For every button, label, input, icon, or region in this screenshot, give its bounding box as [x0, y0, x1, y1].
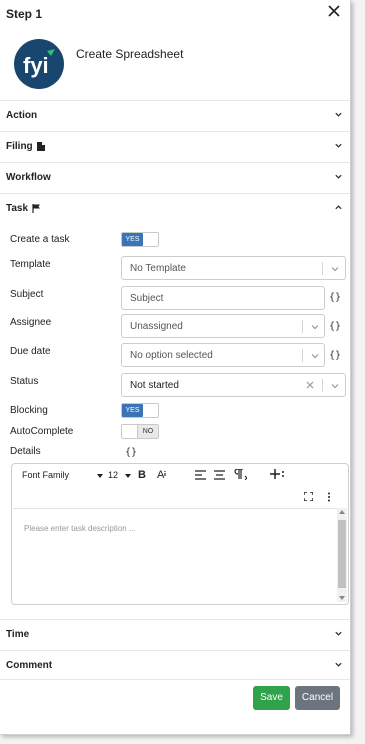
align-center-icon[interactable] — [214, 470, 225, 480]
chevron-down-icon — [335, 662, 342, 667]
section-action[interactable]: Action — [0, 100, 350, 130]
due-date-select[interactable]: No option selected — [121, 343, 325, 367]
step-panel: Step 1 fyi Create Spreadsheet Action Fil… — [0, 0, 351, 735]
font-size-select[interactable]: 12 — [108, 470, 118, 480]
status-select[interactable]: Not started — [121, 373, 346, 397]
blocking-toggle[interactable]: YES — [121, 403, 159, 418]
editor-scrollbar[interactable] — [337, 508, 347, 602]
bold-button[interactable]: B — [138, 469, 146, 481]
align-left-icon[interactable] — [195, 470, 206, 480]
app-name: Create Spreadsheet — [76, 47, 184, 61]
flag-icon — [32, 204, 41, 213]
insert-variable-icon[interactable]: {} — [329, 321, 341, 332]
caret-down-icon[interactable] — [97, 474, 103, 479]
section-filing-label: Filing — [6, 141, 33, 152]
scroll-up-icon[interactable] — [339, 510, 345, 514]
chevron-down-icon — [335, 631, 342, 636]
editor-content[interactable]: Please enter task description ... — [13, 508, 337, 602]
section-time[interactable]: Time — [0, 619, 350, 649]
section-filing[interactable]: Filing — [0, 131, 350, 161]
save-button[interactable]: Save — [253, 686, 290, 710]
caret-down-icon[interactable] — [125, 474, 131, 479]
panel-header: Step 1 — [0, 0, 350, 28]
paragraph-icon[interactable] — [234, 469, 247, 480]
section-task[interactable]: Task — [0, 193, 350, 223]
status-label: Status — [10, 376, 39, 387]
insert-variable-icon[interactable]: {} — [125, 447, 137, 458]
chevron-up-icon — [335, 205, 342, 210]
font-family-select[interactable]: Font Family — [22, 470, 69, 480]
template-value: No Template — [130, 263, 186, 274]
font-color-button[interactable]: A — [157, 469, 169, 481]
section-action-label: Action — [6, 110, 38, 121]
section-workflow[interactable]: Workflow — [0, 162, 350, 192]
chevron-down-icon — [335, 143, 342, 148]
insert-variable-icon[interactable]: {} — [329, 350, 341, 361]
insert-more-icon[interactable] — [270, 469, 284, 480]
assignee-select[interactable]: Unassigned — [121, 314, 325, 338]
status-value: Not started — [130, 380, 179, 391]
section-comment-label: Comment — [6, 660, 53, 671]
autocomplete-toggle[interactable]: NO — [121, 424, 159, 439]
clear-icon[interactable] — [305, 380, 315, 390]
assignee-label: Assignee — [10, 317, 52, 328]
footer-divider — [0, 679, 350, 680]
toggle-yes: YES — [122, 233, 143, 246]
section-workflow-label: Workflow — [6, 172, 51, 183]
font-color-letter: A — [157, 469, 165, 481]
section-time-label: Time — [6, 629, 30, 640]
editor-placeholder: Please enter task description ... — [24, 524, 136, 533]
fyi-logo: fyi — [14, 39, 64, 89]
chevron-down-icon — [335, 174, 342, 179]
assignee-value: Unassigned — [130, 321, 183, 332]
autocomplete-label: AutoComplete — [10, 426, 74, 437]
details-label: Details — [10, 446, 41, 457]
blocking-label: Blocking — [10, 405, 48, 416]
close-icon[interactable] — [327, 4, 341, 18]
file-icon — [36, 142, 45, 151]
fullscreen-icon[interactable] — [304, 492, 313, 501]
subject-input[interactable] — [122, 287, 324, 309]
create-task-label: Create a task — [10, 234, 70, 245]
section-task-label: Task — [6, 203, 29, 214]
subject-field[interactable] — [121, 286, 325, 310]
toggle-no: NO — [137, 425, 158, 438]
chevron-down-icon — [331, 384, 339, 389]
chevron-down-icon — [311, 325, 319, 330]
template-select[interactable]: No Template — [121, 256, 346, 280]
app-hero: fyi Create Spreadsheet — [0, 28, 350, 96]
scroll-down-icon[interactable] — [339, 596, 345, 600]
due-date-value: No option selected — [130, 350, 213, 361]
cancel-button[interactable]: Cancel — [295, 686, 340, 710]
scrollbar-thumb[interactable] — [338, 520, 346, 588]
chevron-down-icon — [331, 267, 339, 272]
chevron-down-icon — [311, 354, 319, 359]
panel-title: Step 1 — [6, 7, 43, 21]
text-color-icon — [164, 471, 166, 476]
subject-label: Subject — [10, 289, 44, 300]
due-date-label: Due date — [10, 346, 51, 357]
svg-text:fyi: fyi — [23, 53, 49, 78]
chevron-down-icon — [335, 112, 342, 117]
section-comment[interactable]: Comment — [0, 650, 350, 680]
more-options-icon[interactable] — [327, 492, 331, 502]
template-label: Template — [10, 259, 51, 270]
toggle-yes: YES — [122, 404, 143, 417]
details-editor[interactable]: Font Family 12 B A Please enter task des… — [11, 463, 349, 605]
create-task-toggle[interactable]: YES — [121, 232, 159, 247]
insert-variable-icon[interactable]: {} — [329, 292, 341, 303]
